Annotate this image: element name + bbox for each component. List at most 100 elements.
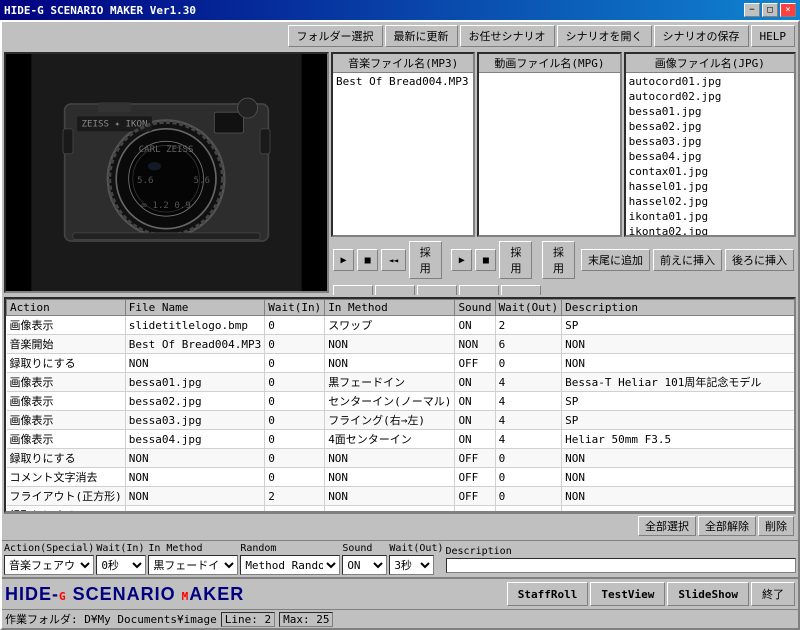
- select-all-button[interactable]: 全部選択: [638, 516, 696, 536]
- recommend-button[interactable]: お任せシナリオ: [460, 25, 555, 47]
- folder-select-button[interactable]: フォルダー選択: [288, 25, 383, 47]
- table-cell-sound: OFF: [455, 506, 495, 512]
- gray-btn-2[interactable]: [375, 285, 415, 295]
- table-row[interactable]: 録取りにするNON0NONOFF0NON: [7, 449, 795, 468]
- end-insert-button[interactable]: 末尾に追加: [581, 249, 650, 271]
- col-sound: Sound: [455, 300, 495, 316]
- save-button[interactable]: シナリオの保存: [654, 25, 749, 47]
- wait-in-select[interactable]: 0秒: [96, 555, 146, 575]
- before-insert-button[interactable]: 前えに挿入: [653, 249, 722, 271]
- table-cell-sound: ON: [455, 373, 495, 392]
- col-in-method: In Method: [325, 300, 455, 316]
- stop-button2[interactable]: ■: [475, 249, 496, 271]
- table-row[interactable]: コメント文字消去NON0NONOFF0NON: [7, 468, 795, 487]
- table-cell-file: Best Of Bread004.MP3: [125, 335, 264, 354]
- play-button2[interactable]: ▶: [451, 249, 472, 271]
- stop-button[interactable]: ■: [357, 249, 378, 271]
- delete-button[interactable]: 削除: [758, 516, 794, 536]
- sound-label: Sound: [342, 543, 387, 554]
- mpg-list-content[interactable]: [479, 73, 619, 235]
- table-cell-desc: SP: [562, 316, 794, 335]
- table-row[interactable]: 画像表示bessa04.jpg04面センターインON4Heliar 50mm F…: [7, 430, 795, 449]
- table-row[interactable]: 画像表示slidetitlelogo.bmp0スワップON2SP: [7, 316, 795, 335]
- gray-btn-3[interactable]: [417, 285, 457, 295]
- method-select[interactable]: 黒フェードイン: [148, 555, 238, 575]
- adopt-button1[interactable]: 採用: [409, 241, 442, 279]
- rewind-button[interactable]: ◄◄: [381, 249, 406, 271]
- jpg-file-item[interactable]: bessa01.jpg: [627, 104, 793, 119]
- table-cell-sound: OFF: [455, 468, 495, 487]
- table-row[interactable]: 音楽開始Best Of Bread004.MP30NONNON6NON: [7, 335, 795, 354]
- close-button[interactable]: ×: [780, 3, 796, 17]
- jpg-file-item[interactable]: contax01.jpg: [627, 164, 793, 179]
- scenario-table: Action File Name Wait(In) In Method Soun…: [6, 299, 794, 511]
- mpg-list-header: 動画ファイル名(MPG): [479, 54, 619, 73]
- table-cell-desc: NON: [562, 449, 794, 468]
- table-row[interactable]: 画像表示bessa02.jpg0センターイン(ノーマル)ON4SP: [7, 392, 795, 411]
- max-status: Max: 25: [279, 612, 333, 627]
- exit-button[interactable]: 終了: [751, 582, 795, 606]
- jpg-file-item[interactable]: bessa04.jpg: [627, 149, 793, 164]
- table-cell-sound: ON: [455, 316, 495, 335]
- jpg-file-item[interactable]: bessa02.jpg: [627, 119, 793, 134]
- update-button[interactable]: 最新に更新: [385, 25, 458, 47]
- table-cell-file: NON: [125, 506, 264, 512]
- table-scroll[interactable]: Action File Name Wait(In) In Method Soun…: [6, 299, 794, 511]
- col-wait-in: Wait(In): [265, 300, 325, 316]
- table-row[interactable]: 画像表示bessa01.jpg0黒フェードインON4Bessa-T Heliar…: [7, 373, 795, 392]
- sound-select[interactable]: ON: [342, 555, 387, 575]
- table-cell-desc: SP: [562, 392, 794, 411]
- minimize-button[interactable]: −: [744, 3, 760, 17]
- scenario-section: Action File Name Wait(In) In Method Soun…: [2, 295, 798, 540]
- help-button[interactable]: HELP: [751, 25, 796, 47]
- jpg-file-item[interactable]: hassel02.jpg: [627, 194, 793, 209]
- table-cell-action: 画像表示: [7, 430, 126, 449]
- open-button[interactable]: シナリオを開く: [557, 25, 652, 47]
- slideshow-button[interactable]: SlideShow: [667, 582, 749, 606]
- mp3-list-content[interactable]: Best Of Bread004.MP3: [333, 73, 473, 235]
- mp3-file-item[interactable]: Best Of Bread004.MP3: [334, 74, 472, 89]
- table-cell-action: 音楽開始: [7, 335, 126, 354]
- staffroll-button[interactable]: StaffRoll: [507, 582, 589, 606]
- table-cell-wait_out: 0: [495, 354, 562, 373]
- jpg-file-item[interactable]: ikonta02.jpg: [627, 224, 793, 235]
- app-title-m: M: [182, 590, 190, 603]
- maximize-button[interactable]: □: [762, 3, 778, 17]
- jpg-file-item[interactable]: hassel01.jpg: [627, 179, 793, 194]
- play-button[interactable]: ▶: [333, 249, 354, 271]
- testview-button[interactable]: TestView: [590, 582, 665, 606]
- gray-btn-1[interactable]: [333, 285, 373, 295]
- table-row[interactable]: 録取りにするNON0NONOFF0NON: [7, 506, 795, 512]
- description-input[interactable]: [446, 558, 797, 573]
- jpg-list-header: 画像ファイル名(JPG): [626, 54, 794, 73]
- window-title: HIDE-G SCENARIO MAKER Ver1.30: [4, 4, 196, 17]
- camera-image: ZEISS ✦ IKON CARL ZEISS 5.6 5.6 ∞ 1.2 0.…: [6, 54, 327, 291]
- jpg-list-content[interactable]: autocord01.jpgautocord02.jpgbessa01.jpgb…: [626, 73, 794, 235]
- right-panel: 音楽ファイル名(MP3) Best Of Bread004.MP3 動画ファイル…: [331, 52, 796, 293]
- jpg-file-item[interactable]: autocord02.jpg: [627, 89, 793, 104]
- adopt-button3[interactable]: 採用: [542, 241, 575, 279]
- col-description: Description: [562, 300, 794, 316]
- after-insert-button[interactable]: 後ろに挿入: [725, 249, 794, 271]
- random-select[interactable]: Method Random: [240, 555, 340, 575]
- table-row[interactable]: 画像表示bessa03.jpg0フライング(右→左)ON4SP: [7, 411, 795, 430]
- jpg-file-item[interactable]: bessa03.jpg: [627, 134, 793, 149]
- svg-text:5.6: 5.6: [194, 176, 210, 186]
- col-filename: File Name: [125, 300, 264, 316]
- table-cell-file: bessa02.jpg: [125, 392, 264, 411]
- action-special-select[interactable]: 音楽フェアウト: [4, 555, 94, 575]
- table-cell-action: 画像表示: [7, 411, 126, 430]
- table-cell-sound: OFF: [455, 487, 495, 506]
- deselect-all-button[interactable]: 全部解除: [698, 516, 756, 536]
- wait-out-label: Wait(Out): [389, 543, 443, 554]
- scenario-table-area: Action File Name Wait(In) In Method Soun…: [4, 297, 796, 513]
- wait-out-select[interactable]: 3秒: [389, 555, 434, 575]
- table-cell-in_method: NON: [325, 449, 455, 468]
- adopt-button2[interactable]: 採用: [499, 241, 532, 279]
- table-row[interactable]: 録取りにするNON0NONOFF0NON: [7, 354, 795, 373]
- jpg-file-item[interactable]: autocord01.jpg: [627, 74, 793, 89]
- table-row[interactable]: フライアウト(正方形)NON2NONOFF0NON: [7, 487, 795, 506]
- jpg-file-item[interactable]: ikonta01.jpg: [627, 209, 793, 224]
- gray-btn-5[interactable]: [501, 285, 541, 295]
- gray-btn-4[interactable]: [459, 285, 499, 295]
